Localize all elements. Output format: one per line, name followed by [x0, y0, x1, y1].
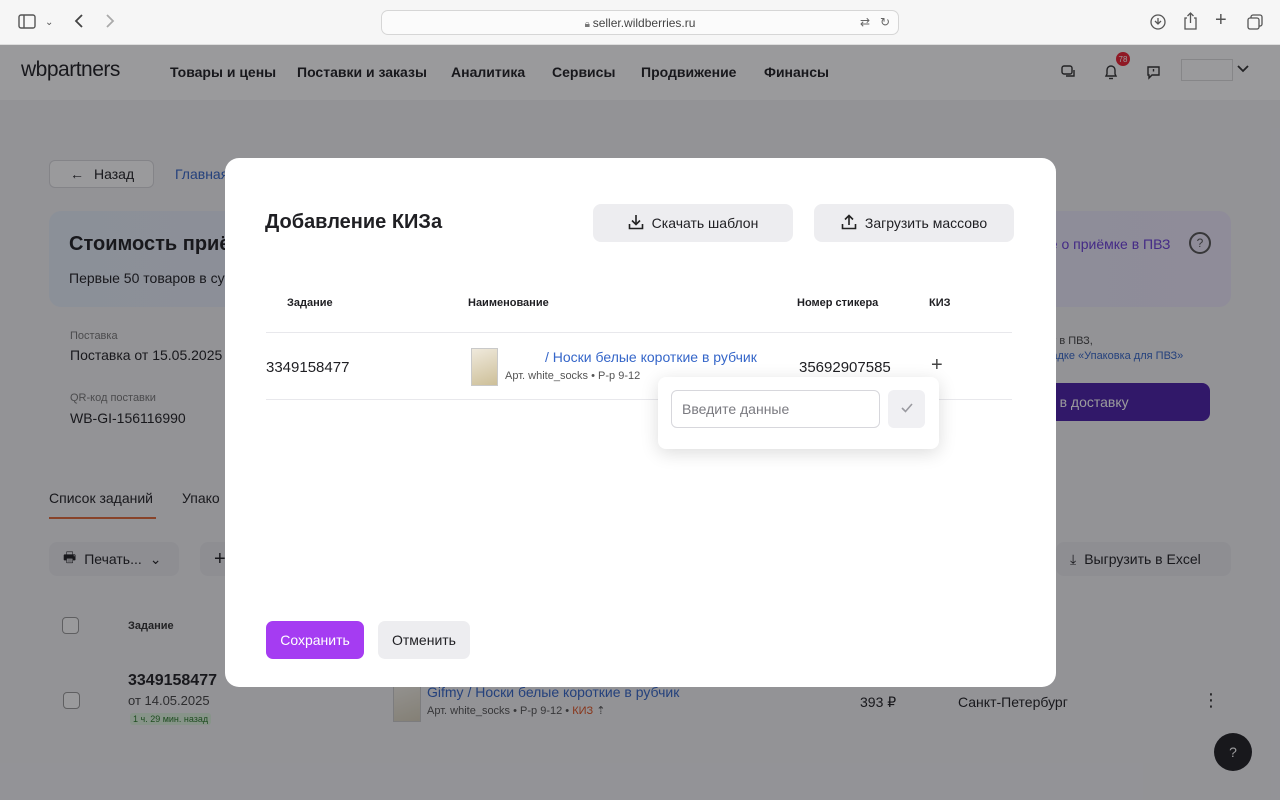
product-name[interactable]: / Носки белые короткие в рубчик: [545, 349, 757, 365]
table-divider: [266, 332, 1012, 333]
sidebar-toggle-icon[interactable]: [18, 14, 36, 33]
col-header-task: Задание: [287, 297, 333, 309]
task-id: 3349158477: [266, 359, 350, 376]
col-header-kiz: КИЗ: [929, 297, 951, 309]
download-template-button[interactable]: Скачать шаблон: [593, 204, 793, 242]
tabs-overview-icon[interactable]: [1247, 14, 1263, 34]
checkmark-icon: [900, 401, 914, 417]
url-value: seller.wildberries.ru: [592, 16, 696, 30]
download-template-label: Скачать шаблон: [651, 215, 759, 231]
new-tab-icon[interactable]: +: [1215, 10, 1227, 30]
reload-icon[interactable]: ↻: [880, 15, 890, 29]
col-header-sticker: Номер стикера: [797, 297, 879, 309]
share-icon[interactable]: [1183, 12, 1198, 34]
upload-icon: [841, 213, 857, 233]
confirm-kiz-button[interactable]: [888, 390, 925, 428]
address-bar[interactable]: 🔒︎ seller.wildberries.ru ⇄ ↻: [381, 10, 899, 35]
sticker-number: 35692907585: [799, 359, 891, 376]
product-meta: Арт. white_socks • Р-р 9-12: [505, 370, 641, 382]
download-icon: [628, 214, 644, 233]
url-text: 🔒︎ seller.wildberries.ru: [382, 16, 898, 30]
product-thumbnail: [471, 348, 498, 386]
bulk-upload-label: Загрузить массово: [864, 215, 988, 231]
bulk-upload-button[interactable]: Загрузить массово: [814, 204, 1014, 242]
cancel-button[interactable]: Отменить: [378, 621, 470, 659]
lock-icon: 🔒︎: [584, 19, 593, 30]
save-button[interactable]: Сохранить: [266, 621, 364, 659]
back-arrow-icon[interactable]: [73, 13, 85, 33]
add-kiz-modal: Добавление КИЗа Скачать шаблон Загрузить…: [225, 158, 1056, 687]
chevron-down-icon[interactable]: ⌄: [45, 15, 53, 31]
modal-title: Добавление КИЗа: [265, 211, 443, 233]
translate-icon[interactable]: ⇄: [860, 15, 870, 29]
col-header-name: Наименование: [468, 297, 549, 309]
add-kiz-plus-icon[interactable]: +: [931, 355, 943, 375]
kiz-input-popover: [658, 377, 939, 449]
forward-arrow-icon[interactable]: [104, 13, 116, 33]
kiz-input[interactable]: [671, 390, 880, 428]
browser-toolbar: ⌄ 🔒︎ seller.wildberries.ru ⇄ ↻ +: [0, 0, 1280, 45]
download-icon[interactable]: [1150, 14, 1166, 34]
